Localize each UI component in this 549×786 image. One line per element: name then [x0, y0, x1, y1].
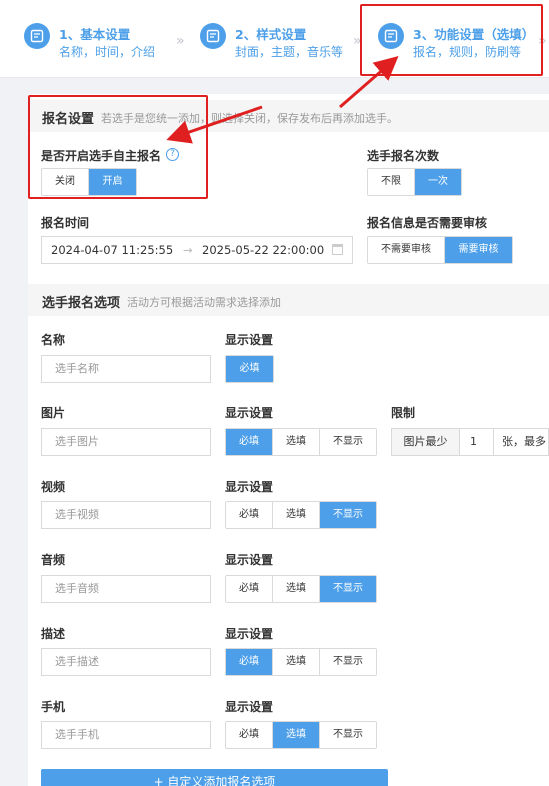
- annotation-arrows: [166, 56, 399, 144]
- annotation-arrow-left: [166, 105, 263, 144]
- annotation-arrow-up: [339, 56, 399, 109]
- page: 1、基本设置 名称，时间，介绍 » 2、样式设置 封面，主题，音乐等 » 3、功…: [0, 0, 549, 786]
